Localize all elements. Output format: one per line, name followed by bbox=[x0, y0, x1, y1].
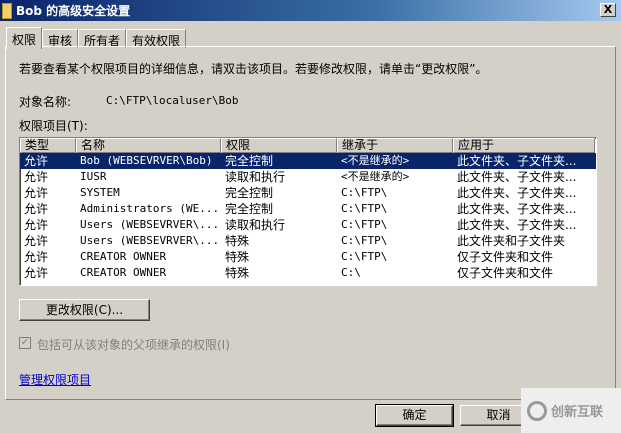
table-cell: SYSTEM bbox=[80, 186, 120, 199]
table-cell: 此文件夹、子文件夹... bbox=[457, 154, 577, 168]
table-cell: Users (WEBSEVRVER\... bbox=[80, 234, 220, 247]
table-cell: CREATOR OWNER bbox=[80, 250, 167, 263]
table-row[interactable]: 允许 CREATOR OWNER 特殊 C:\FTP\ 仅子文件夹和文件 bbox=[20, 249, 596, 265]
column-name[interactable]: 名称 bbox=[76, 138, 221, 153]
table-row[interactable]: 允许 Users (WEBSEVRVER\... 读取和执行 C:\FTP\ 此文件夹、… bbox=[20, 217, 596, 233]
table-cell: 允许 bbox=[24, 266, 49, 280]
table-cell: 完全控制 bbox=[225, 202, 274, 216]
table-row[interactable]: 允许 SYSTEM 完全控制 C:\FTP\ 此文件夹、子文件夹... bbox=[20, 185, 596, 201]
table-cell: 允许 bbox=[24, 234, 49, 248]
table-cell: 此文件夹、子文件夹... bbox=[457, 218, 577, 232]
table-cell: C:\FTP\ bbox=[341, 218, 388, 231]
table-cell: 允许 bbox=[24, 250, 49, 264]
table-row[interactable]: 允许 Users (WEBSEVRVER\... 特殊 C:\FTP\ 此文件夹和子文件… bbox=[20, 233, 596, 249]
watermark-logo-icon bbox=[527, 400, 547, 421]
table-cell: C:\FTP\ bbox=[341, 186, 388, 199]
tab-bar: 权限 审核 所有者 有效权限 bbox=[6, 27, 187, 49]
table-cell: 读取和执行 bbox=[225, 218, 286, 232]
column-type[interactable]: 类型 bbox=[20, 138, 76, 153]
watermark: 创新互联 bbox=[521, 388, 621, 433]
table-cell: C:\FTP\ bbox=[341, 202, 388, 215]
table-cell: Bob (WEBSEVRVER\Bob) bbox=[80, 154, 213, 167]
table-cell: <不是继承的> bbox=[341, 170, 410, 183]
table-cell: IUSR bbox=[80, 170, 107, 183]
table-cell: 允许 bbox=[24, 186, 49, 200]
table-cell: C:\FTP\ bbox=[341, 250, 388, 263]
inherit-checkbox[interactable]: ✓ bbox=[19, 337, 31, 349]
folder-icon bbox=[2, 2, 12, 19]
watermark-text: 创新互联 bbox=[551, 405, 604, 420]
table-cell: 允许 bbox=[24, 170, 49, 184]
window-title: Bob 的高级安全设置 bbox=[16, 4, 131, 18]
permission-entries-list[interactable]: 类型 名称 权限 继承于 应用于 允许 Bob (WEBSEVRVER\Bob) 完… bbox=[19, 137, 597, 286]
table-cell: CREATOR OWNER bbox=[80, 266, 167, 279]
entries-label: 权限项目(T): bbox=[19, 119, 88, 133]
object-name-value: C:\FTP\localuser\Bob bbox=[106, 94, 239, 107]
table-cell: 仅子文件夹和文件 bbox=[457, 266, 554, 280]
table-cell: C:\FTP\ bbox=[341, 234, 388, 247]
table-cell: Administrators (WE... bbox=[80, 202, 220, 215]
close-button[interactable]: X bbox=[600, 3, 616, 17]
table-row[interactable]: 允许 Bob (WEBSEVRVER\Bob) 完全控制 <不是继承的> 此文件夹、子文… bbox=[20, 153, 596, 169]
manage-permission-entries-link[interactable]: 管理权限项目 bbox=[19, 371, 91, 388]
table-cell: 完全控制 bbox=[225, 186, 274, 200]
table-cell: 此文件夹、子文件夹... bbox=[457, 202, 577, 216]
column-applies-to[interactable]: 应用于 bbox=[453, 138, 595, 153]
table-cell: 仅子文件夹和文件 bbox=[457, 250, 554, 264]
table-cell: 完全控制 bbox=[225, 154, 274, 168]
column-inherited-from[interactable]: 继承于 bbox=[337, 138, 453, 153]
table-cell: Users (WEBSEVRVER\... bbox=[80, 218, 220, 231]
instructions: 若要查看某个权限项目的详细信息，请双击该项目。若要修改权限，请单击“更改权限”。 bbox=[19, 62, 488, 76]
table-row[interactable]: 允许 CREATOR OWNER 特殊 C:\ 仅子文件夹和文件 bbox=[20, 265, 596, 281]
title-bar: Bob 的高级安全设置 X bbox=[0, 0, 621, 21]
tab-permissions[interactable]: 权限 bbox=[6, 27, 43, 49]
table-cell: 允许 bbox=[24, 202, 49, 216]
table-cell: 此文件夹和子文件夹 bbox=[457, 234, 566, 248]
table-cell: <不是继承的> bbox=[341, 154, 410, 167]
table-row[interactable]: 允许 IUSR 读取和执行 <不是继承的> 此文件夹、子文件夹... bbox=[20, 169, 596, 185]
table-cell: 特殊 bbox=[225, 266, 250, 280]
inherit-checkbox-label: 包括可从该对象的父项继承的权限(I) bbox=[37, 338, 230, 352]
table-cell: 允许 bbox=[24, 218, 49, 232]
change-permissions-button[interactable]: 更改权限(C)... bbox=[19, 299, 150, 321]
table-cell: 特殊 bbox=[225, 234, 250, 248]
list-header: 类型 名称 权限 继承于 应用于 bbox=[20, 138, 596, 153]
column-permission[interactable]: 权限 bbox=[221, 138, 337, 153]
table-cell: 允许 bbox=[24, 154, 49, 168]
object-name-label: 对象名称: bbox=[19, 95, 72, 109]
table-cell: 读取和执行 bbox=[225, 170, 286, 184]
ok-button[interactable]: 确定 bbox=[375, 404, 454, 427]
table-row[interactable]: 允许 Administrators (WE... 完全控制 C:\FTP\ 此文件夹、子… bbox=[20, 201, 596, 217]
table-cell: 此文件夹、子文件夹... bbox=[457, 170, 577, 184]
table-cell: C:\ bbox=[341, 266, 361, 279]
table-cell: 特殊 bbox=[225, 250, 250, 264]
table-cell: 此文件夹、子文件夹... bbox=[457, 186, 577, 200]
